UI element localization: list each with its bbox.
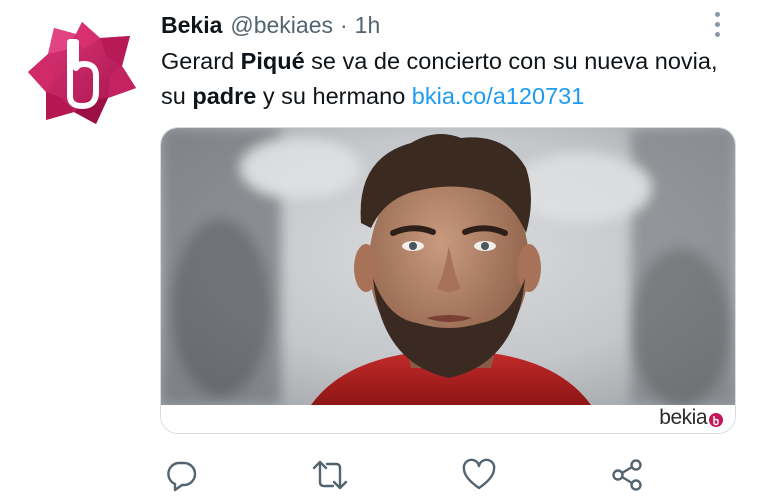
display-name[interactable]: Bekia [161,12,222,39]
timestamp[interactable]: 1h [355,12,381,39]
like-icon [462,458,496,490]
reply-icon [167,461,197,492]
share-icon [612,459,642,491]
more-dot [715,32,720,37]
tweet-text-bold: Piqué [240,48,305,74]
bekia-badge-icon [709,413,723,427]
avatar[interactable] [26,16,138,128]
card-brand: bekia [659,406,723,430]
retweet-icon [312,460,348,490]
more-dot [715,12,720,17]
bekia-logo-icon [28,22,136,124]
share-button[interactable] [607,455,647,495]
tweet-text: Gerard Piqué se va de concierto con su n… [161,44,731,114]
card-photo[interactable] [161,128,735,405]
portrait-photo [161,128,735,405]
tweet-text-part: y su hermano [256,83,412,109]
retweet-button[interactable] [310,455,350,495]
like-button[interactable] [459,455,499,495]
tweet-header: Bekia @bekiaes · 1h [161,8,380,42]
separator-dot: · [340,11,348,38]
card-brand-text: bekia [659,406,707,429]
reply-button[interactable] [161,455,201,495]
user-handle[interactable]: @bekiaes [230,12,333,39]
tweet[interactable]: Bekia @bekiaes · 1h Gerard Piqué se va d… [0,0,760,503]
card-footer: bekia [161,405,735,433]
more-dot [715,22,720,27]
tweet-link[interactable]: bkia.co/a120731 [412,83,584,109]
media-card[interactable]: bekia [160,127,736,434]
tweet-text-part: Gerard [161,48,241,74]
tweet-text-bold: padre [192,83,257,109]
tweet-actions [0,455,760,495]
more-options-icon[interactable] [708,10,728,40]
